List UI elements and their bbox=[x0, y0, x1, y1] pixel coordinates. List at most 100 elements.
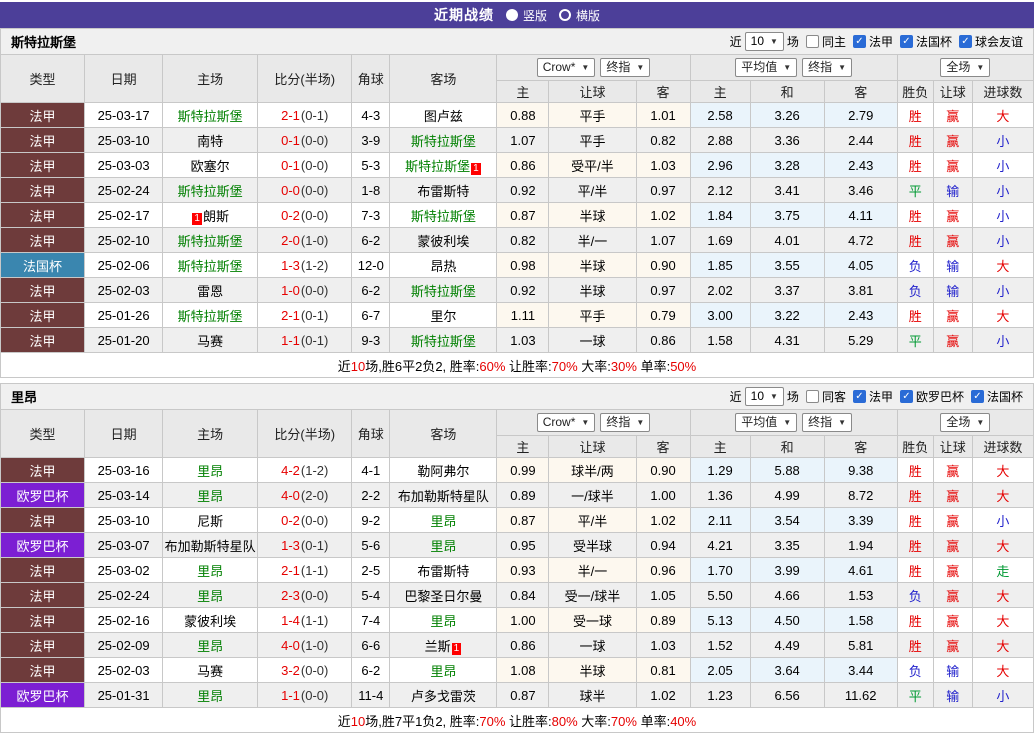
same-venue-checkbox[interactable] bbox=[805, 35, 819, 48]
subcol-avg-away: 客 bbox=[823, 80, 898, 103]
team-name-link[interactable]: 马赛 bbox=[197, 664, 223, 679]
summary-part: 80% bbox=[551, 713, 578, 729]
avg-stage-select[interactable]: 终指 ▼ bbox=[802, 413, 853, 432]
team-name-link[interactable]: 兰斯 bbox=[425, 639, 451, 654]
team-name-link[interactable]: 里昂 bbox=[430, 539, 456, 554]
match-count-value: 10 bbox=[750, 389, 764, 403]
team-name-link[interactable]: 斯特拉斯堡 bbox=[411, 334, 476, 349]
league-checkbox-1[interactable]: ✓ bbox=[899, 390, 913, 403]
same-venue-checkbox[interactable] bbox=[805, 390, 819, 403]
team-name-link[interactable]: 里昂 bbox=[430, 514, 456, 529]
team-name-link[interactable]: 布雷斯特 bbox=[417, 184, 469, 199]
match-count-select[interactable]: 10 ▼ bbox=[744, 387, 784, 406]
handicap-line-cell: 半球 bbox=[548, 657, 637, 683]
handicap-away-odds-cell: 0.89 bbox=[635, 607, 691, 633]
layout-vertical-option[interactable]: 竖版 bbox=[505, 7, 547, 24]
team-name-link[interactable]: 布加勒斯特星队 bbox=[165, 539, 256, 554]
avg-home-cell: 1.58 bbox=[689, 327, 751, 353]
team-name-link[interactable]: 里昂 bbox=[197, 689, 223, 704]
result-goals-cell: 大 bbox=[971, 252, 1034, 278]
odds-source-select[interactable]: Crow* ▼ bbox=[536, 413, 596, 432]
result-goals-cell: 大 bbox=[971, 607, 1034, 633]
team-name-link[interactable]: 斯特拉斯堡 bbox=[405, 159, 470, 174]
home-team-cell: 斯特拉斯堡 bbox=[162, 252, 259, 278]
handicap-line-cell: 平/半 bbox=[548, 507, 637, 533]
avg-stage-select[interactable]: 终指 ▼ bbox=[802, 58, 853, 77]
corners-cell: 5-4 bbox=[351, 582, 391, 608]
team-name-link[interactable]: 南特 bbox=[197, 134, 223, 149]
layout-horizontal-option[interactable]: 横版 bbox=[559, 7, 600, 24]
team-name-link[interactable]: 里昂 bbox=[430, 614, 456, 629]
match-count-select[interactable]: 10 ▼ bbox=[744, 32, 784, 51]
handicap-line-cell: 半球 bbox=[548, 202, 637, 228]
team-name-link[interactable]: 里昂 bbox=[197, 489, 223, 504]
avg-draw-cell: 3.28 bbox=[749, 152, 825, 178]
league-checkbox-2[interactable]: ✓ bbox=[970, 390, 984, 403]
summary-part: 30% bbox=[610, 358, 637, 374]
avg-draw-cell: 4.66 bbox=[749, 582, 825, 608]
league-checkbox-2[interactable]: ✓ bbox=[958, 35, 972, 48]
league-checkbox-1[interactable]: ✓ bbox=[899, 35, 913, 48]
team-name-link[interactable]: 布雷斯特 bbox=[417, 564, 469, 579]
away-team-cell: 斯特拉斯堡 1 bbox=[389, 152, 498, 178]
odds-stage-select[interactable]: 终指 ▼ bbox=[600, 58, 651, 77]
team-name-link[interactable]: 斯特拉斯堡 bbox=[411, 209, 476, 224]
handicap-away-odds-cell: 0.90 bbox=[635, 457, 691, 483]
team-name-link[interactable]: 斯特拉斯堡 bbox=[178, 234, 243, 249]
odds-source-select[interactable]: Crow* ▼ bbox=[536, 58, 596, 77]
avg-source-select[interactable]: 平均值 ▼ bbox=[735, 58, 798, 77]
team-name-link[interactable]: 欧塞尔 bbox=[191, 159, 230, 174]
team-name-link[interactable]: 马赛 bbox=[197, 334, 223, 349]
result-handicap-cell: 赢 bbox=[932, 607, 973, 633]
result-wdl-cell: 平 bbox=[896, 682, 934, 708]
avg-away-cell: 11.62 bbox=[823, 682, 898, 708]
team-name-link[interactable]: 斯特拉斯堡 bbox=[411, 284, 476, 299]
team-name-link[interactable]: 朗斯 bbox=[203, 209, 229, 224]
team-name-link[interactable]: 斯特拉斯堡 bbox=[178, 109, 243, 124]
date-cell: 25-02-03 bbox=[84, 277, 164, 303]
avg-away-cell: 9.38 bbox=[823, 457, 898, 483]
date-cell: 25-02-24 bbox=[84, 582, 164, 608]
team-name-link[interactable]: 里昂 bbox=[197, 589, 223, 604]
team-name-link[interactable]: 巴黎圣日尔曼 bbox=[404, 589, 482, 604]
team-name-link[interactable]: 斯特拉斯堡 bbox=[178, 184, 243, 199]
team-name-link[interactable]: 尼斯 bbox=[197, 514, 223, 529]
team-name-link[interactable]: 斯特拉斯堡 bbox=[411, 134, 476, 149]
team-name-link[interactable]: 里尔 bbox=[430, 309, 456, 324]
team-name-link[interactable]: 雷恩 bbox=[197, 284, 223, 299]
halftime-score: (0-0) bbox=[300, 207, 329, 223]
scope-select[interactable]: 全场 ▼ bbox=[940, 58, 991, 77]
team-name-link[interactable]: 布加勒斯特星队 bbox=[398, 489, 489, 504]
matches-label: 场 bbox=[786, 390, 799, 404]
team-name-link[interactable]: 里昂 bbox=[197, 564, 223, 579]
league-checkbox-0[interactable]: ✓ bbox=[852, 390, 866, 403]
table-row: 法甲 25-03-10 南特 0-1(0-0) 3-9 斯特拉斯堡 1.07 平手 0.82 2.… bbox=[0, 127, 1034, 153]
league-type-cell: 法甲 bbox=[0, 277, 86, 303]
team-name-link[interactable]: 图卢兹 bbox=[424, 109, 463, 124]
avg-home-cell: 2.02 bbox=[689, 277, 751, 303]
team-name-link[interactable]: 蒙彼利埃 bbox=[184, 614, 236, 629]
team-name-link[interactable]: 斯特拉斯堡 bbox=[178, 309, 243, 324]
result-handicap-cell: 赢 bbox=[932, 327, 973, 353]
team-name-link[interactable]: 斯特拉斯堡 bbox=[178, 259, 243, 274]
handicap-home-odds-cell: 1.03 bbox=[496, 327, 550, 353]
team-name-link[interactable]: 蒙彼利埃 bbox=[417, 234, 469, 249]
team-name-link[interactable]: 卢多戈雷茨 bbox=[411, 689, 476, 704]
team-name-link[interactable]: 昂热 bbox=[430, 259, 456, 274]
corners-cell: 6-2 bbox=[351, 657, 391, 683]
filter-bar: 近 10 ▼ 场 同主 ✓ 法甲 ✓ 法国杯 ✓ 球会友谊 bbox=[730, 32, 1023, 51]
avg-source-select[interactable]: 平均值 ▼ bbox=[735, 413, 798, 432]
team-name-link[interactable]: 里昂 bbox=[430, 664, 456, 679]
handicap-line-cell: 受一/球半 bbox=[548, 582, 637, 608]
table-row: 法甲 25-03-16 里昂 4-2(1-2) 4-1 勒阿弗尔 0.99 球半/两 0.90 1… bbox=[0, 457, 1034, 483]
team-name-link[interactable]: 里昂 bbox=[197, 639, 223, 654]
odds-stage-select[interactable]: 终指 ▼ bbox=[600, 413, 651, 432]
team-name-link[interactable]: 里昂 bbox=[197, 464, 223, 479]
away-team-cell: 里昂 bbox=[389, 507, 498, 533]
league-checkbox-0[interactable]: ✓ bbox=[852, 35, 866, 48]
team-name-link[interactable]: 勒阿弗尔 bbox=[417, 464, 469, 479]
avg-home-cell: 1.69 bbox=[689, 227, 751, 253]
scope-select[interactable]: 全场 ▼ bbox=[940, 413, 991, 432]
summary-part: 大率: bbox=[577, 358, 611, 374]
home-team-cell: 里昂 bbox=[162, 682, 259, 708]
